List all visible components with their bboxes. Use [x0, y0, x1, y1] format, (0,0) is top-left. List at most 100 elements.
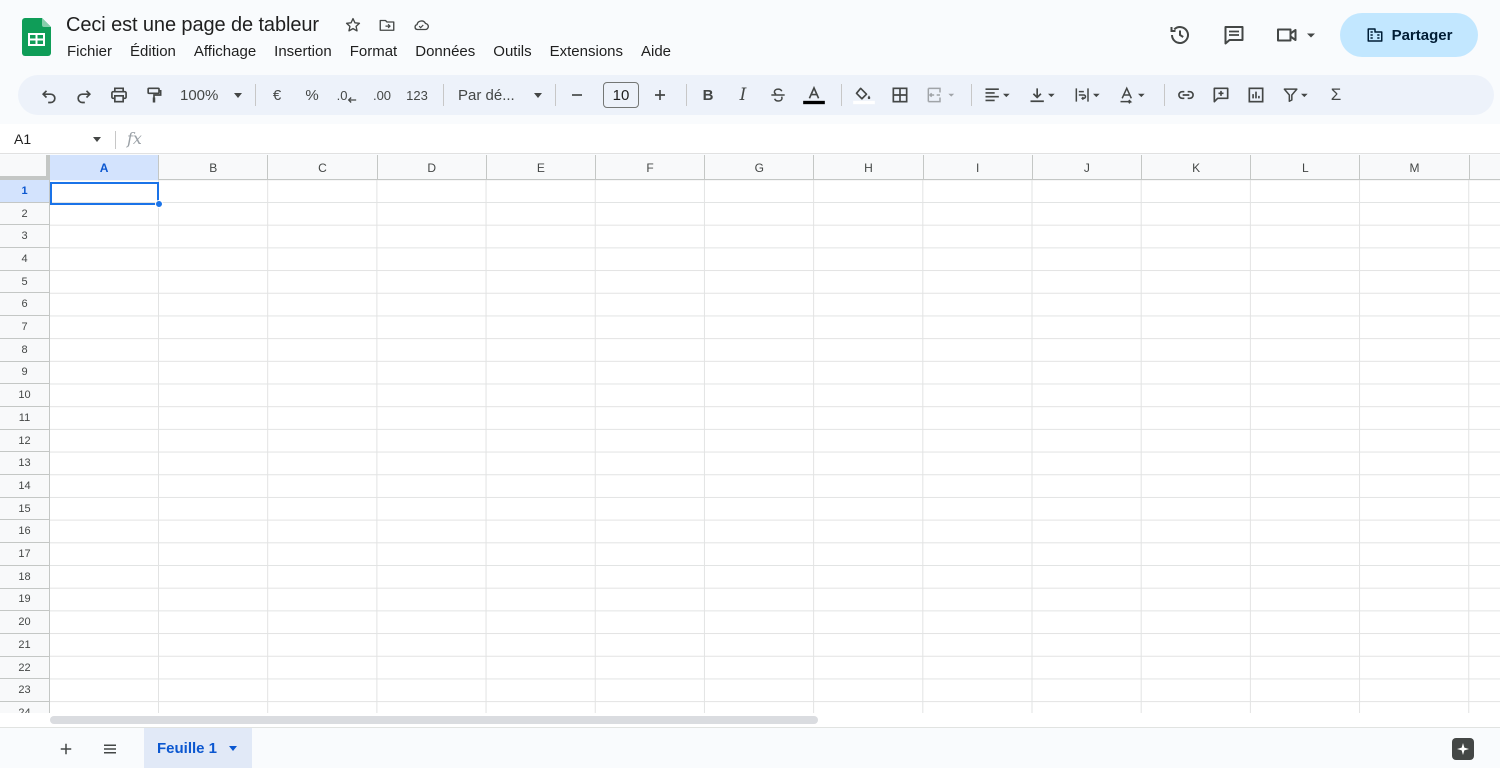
column-header-m[interactable]: M [1360, 155, 1470, 180]
version-history-icon[interactable] [1160, 15, 1200, 55]
menu-file[interactable]: Fichier [58, 41, 121, 62]
strikethrough-icon[interactable] [763, 80, 793, 110]
select-all-corner[interactable] [0, 155, 50, 180]
menu-help[interactable]: Aide [632, 41, 680, 62]
row-header-3[interactable]: 3 [0, 225, 49, 249]
meet-video-icon[interactable] [1268, 15, 1324, 55]
borders-icon[interactable] [885, 80, 915, 110]
explore-icon[interactable] [1452, 738, 1474, 760]
paint-format-icon[interactable] [139, 80, 169, 110]
row-header-20[interactable]: 20 [0, 611, 49, 634]
row-header-13[interactable]: 13 [0, 452, 49, 476]
cloud-status-icon[interactable] [411, 15, 431, 35]
decrease-decimal-button[interactable]: .0 [332, 80, 362, 110]
decrease-font-size-icon[interactable] [562, 80, 592, 110]
column-header-h[interactable]: H [814, 155, 924, 180]
move-folder-icon[interactable] [377, 15, 397, 35]
column-header-g[interactable]: G [705, 155, 815, 180]
zoom-select[interactable]: 100% [174, 80, 244, 110]
undo-icon[interactable] [34, 80, 64, 110]
row-header-23[interactable]: 23 [0, 679, 49, 703]
name-box[interactable]: A1 [14, 131, 31, 147]
increase-font-size-icon[interactable] [645, 80, 675, 110]
italic-button[interactable]: I [728, 80, 758, 110]
print-icon[interactable] [104, 80, 134, 110]
formula-divider [115, 131, 116, 149]
row-header-16[interactable]: 16 [0, 521, 49, 544]
filter-icon[interactable] [1276, 80, 1316, 110]
menu-extensions[interactable]: Extensions [541, 41, 632, 62]
row-header-15[interactable]: 15 [0, 498, 49, 521]
row-header-24[interactable]: 24 [0, 702, 49, 713]
spreadsheet-grid[interactable]: ABCDEFGHIJKLM 1 2 3 4 5 6 7 8 9 10 11 12 13 14 15 16 17 1… [0, 155, 1500, 713]
percent-format-button[interactable]: % [297, 80, 327, 110]
row-header-14[interactable]: 14 [0, 475, 49, 498]
horizontal-align-icon[interactable] [978, 80, 1018, 110]
row-header-7[interactable]: 7 [0, 316, 49, 339]
row-header-9[interactable]: 9 [0, 362, 49, 385]
merge-cells-icon[interactable] [920, 80, 960, 110]
row-header-21[interactable]: 21 [0, 634, 49, 657]
horizontal-scrollbar[interactable] [0, 713, 1500, 727]
document-title[interactable]: Ceci est une page de tableur [66, 14, 319, 37]
menu-insert[interactable]: Insertion [265, 41, 341, 62]
fill-color-icon[interactable] [848, 80, 880, 110]
functions-button[interactable]: Σ [1321, 80, 1351, 110]
text-color-icon[interactable] [798, 80, 830, 110]
text-rotation-icon[interactable] [1113, 80, 1153, 110]
row-header-5[interactable]: 5 [0, 271, 49, 294]
menu-tools[interactable]: Outils [484, 41, 540, 62]
sheets-logo-icon[interactable] [22, 18, 51, 56]
selected-cell[interactable] [50, 182, 159, 205]
chevron-down-icon[interactable] [93, 137, 101, 142]
insert-chart-icon[interactable] [1241, 80, 1271, 110]
column-header-k[interactable]: K [1142, 155, 1252, 180]
row-header-1[interactable]: 1 [0, 180, 49, 203]
column-header-f[interactable]: F [596, 155, 706, 180]
vertical-align-icon[interactable] [1023, 80, 1063, 110]
row-header-8[interactable]: 8 [0, 339, 49, 362]
row-header-18[interactable]: 18 [0, 566, 49, 589]
column-header-i[interactable]: I [924, 155, 1033, 180]
currency-format-button[interactable]: € [262, 80, 292, 110]
column-header-l[interactable]: L [1251, 155, 1361, 180]
column-header-e[interactable]: E [487, 155, 596, 180]
row-header-10[interactable]: 10 [0, 384, 49, 407]
cell-area[interactable] [50, 180, 1500, 713]
menu-edit[interactable]: Édition [121, 41, 185, 62]
column-header-d[interactable]: D [378, 155, 487, 180]
redo-icon[interactable] [69, 80, 99, 110]
insert-comment-icon[interactable] [1206, 80, 1236, 110]
column-header-a[interactable]: A [50, 155, 160, 180]
fill-handle[interactable] [155, 200, 163, 208]
font-size-input[interactable]: 10 [603, 82, 639, 108]
menu-data[interactable]: Données [406, 41, 484, 62]
row-header-4[interactable]: 4 [0, 248, 49, 271]
text-wrapping-icon[interactable] [1068, 80, 1108, 110]
row-header-19[interactable]: 19 [0, 589, 49, 612]
add-sheet-icon[interactable] [54, 737, 78, 761]
menu-view[interactable]: Affichage [185, 41, 265, 62]
increase-decimal-button[interactable]: .00 [367, 80, 397, 110]
row-header-6[interactable]: 6 [0, 294, 49, 317]
row-header-22[interactable]: 22 [0, 657, 49, 680]
comments-icon[interactable] [1214, 15, 1254, 55]
column-header-c[interactable]: C [268, 155, 378, 180]
row-header-12[interactable]: 12 [0, 430, 49, 453]
sheet-tab[interactable]: Feuille 1 [144, 728, 252, 768]
row-header-17[interactable]: 17 [0, 543, 49, 566]
all-sheets-icon[interactable] [98, 737, 122, 761]
font-family-select[interactable]: Par dé... [450, 80, 544, 110]
share-button[interactable]: Partager [1340, 13, 1478, 57]
column-header-j[interactable]: J [1033, 155, 1142, 180]
menu-format[interactable]: Format [341, 41, 407, 62]
row-header-2[interactable]: 2 [0, 203, 49, 226]
row-header-11[interactable]: 11 [0, 407, 49, 430]
insert-link-icon[interactable] [1171, 80, 1201, 110]
scrollbar-thumb[interactable] [50, 716, 818, 724]
star-icon[interactable] [343, 15, 363, 35]
more-formats-button[interactable]: 123 [402, 80, 432, 110]
bold-button[interactable]: B [693, 80, 723, 110]
column-header-b[interactable]: B [159, 155, 269, 180]
chevron-down-icon[interactable] [229, 745, 238, 751]
